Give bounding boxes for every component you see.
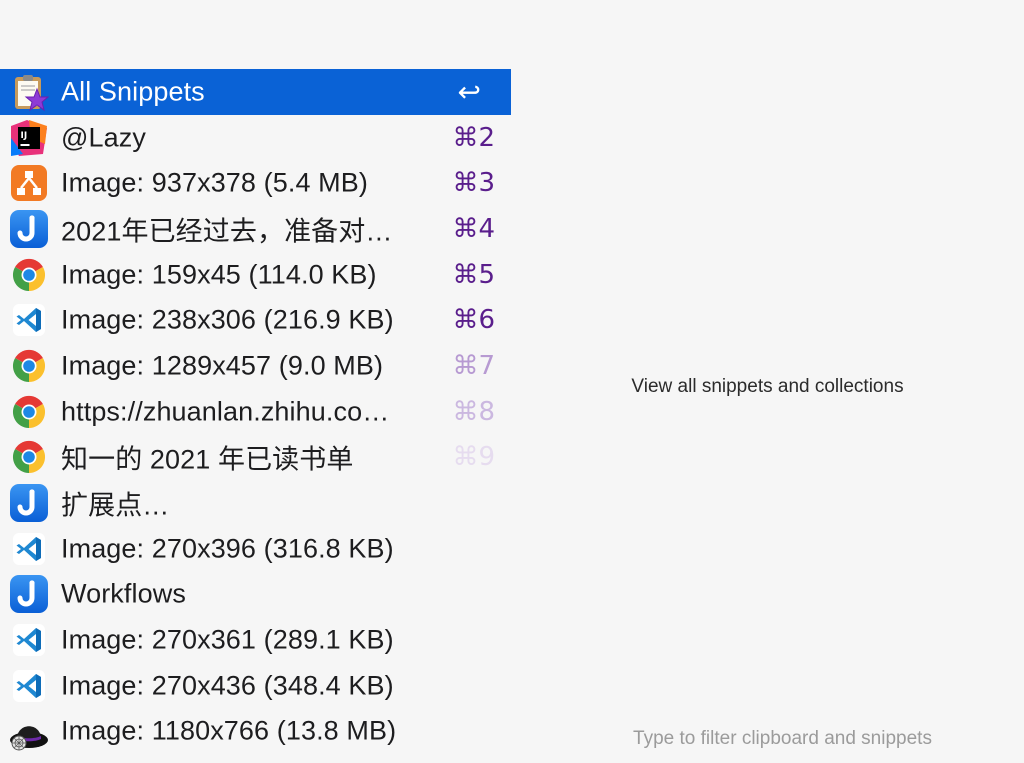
item-shortcut: ⌘2 (452, 122, 495, 153)
list-item[interactable]: 2021年已经过去，准备对… ⌘4 (0, 206, 511, 252)
list-item[interactable]: https://zhuanlan.zhihu.co… ⌘8 (0, 389, 511, 435)
vscode-icon (8, 299, 50, 341)
item-label: Image: 238x306 (216.9 KB) (61, 304, 394, 335)
vscode-icon (8, 619, 50, 661)
joplin-icon (8, 573, 50, 615)
list-item[interactable]: Image: 937x378 (5.4 MB) ⌘3 (0, 160, 511, 206)
list-item[interactable]: Image: 238x306 (216.9 KB) ⌘6 (0, 297, 511, 343)
chrome-icon (8, 254, 50, 296)
search-field[interactable] (0, 0, 1024, 69)
item-shortcut: ⌘8 (452, 396, 495, 427)
list-item[interactable]: Image: 1289x457 (9.0 MB) ⌘7 (0, 343, 511, 389)
item-label: https://zhuanlan.zhihu.co… (61, 396, 390, 427)
list-item[interactable]: Workflows (0, 572, 511, 618)
snippets-clipboard-icon (8, 71, 50, 113)
item-label: Image: 270x361 (289.1 KB) (61, 624, 394, 655)
joplin-icon (8, 208, 50, 250)
item-label: Image: 159x45 (114.0 KB) (61, 259, 377, 290)
item-label: Image: 270x436 (348.4 KB) (61, 670, 394, 701)
chrome-icon (8, 345, 50, 387)
item-shortcut: ⌘7 (452, 350, 495, 381)
item-shortcut: ⌘3 (452, 168, 495, 199)
list-item[interactable]: Image: 270x436 (348.4 KB) (0, 663, 511, 709)
svg-text:IJ: IJ (21, 131, 28, 141)
item-label: Image: 937x378 (5.4 MB) (61, 167, 368, 198)
detail-pane: View all snippets and collections Type t… (511, 69, 1024, 763)
chrome-icon (8, 436, 50, 478)
list-item[interactable]: IJ @Lazy ⌘2 (0, 115, 511, 161)
item-shortcut: ⌘9 (452, 442, 495, 473)
item-shortcut: ⌘5 (452, 259, 495, 290)
list-item[interactable]: 扩展点… (0, 480, 511, 526)
list-item[interactable]: Image: 159x45 (114.0 KB) ⌘5 (0, 252, 511, 298)
return-key-icon: ↩ (457, 75, 481, 109)
list-item[interactable]: 知一的 2021 年已读书单 ⌘9 (0, 435, 511, 481)
intellij-idea-icon: IJ (8, 117, 50, 159)
item-shortcut: ⌘6 (452, 305, 495, 336)
item-label: Image: 1180x766 (13.8 MB) (61, 715, 397, 746)
orange-diagram-app-icon (8, 162, 50, 204)
item-label: All Snippets (61, 76, 205, 107)
item-label: Image: 270x396 (316.8 KB) (61, 533, 394, 564)
list-item[interactable]: Image: 270x361 (289.1 KB) (0, 617, 511, 663)
list-item[interactable]: Image: 270x396 (316.8 KB) (0, 526, 511, 572)
item-description: View all snippets and collections (631, 376, 904, 397)
item-shortcut: ⌘4 (452, 213, 495, 244)
item-label: Image: 1289x457 (9.0 MB) (61, 350, 384, 381)
vscode-icon (8, 528, 50, 570)
filter-hint: Type to filter clipboard and snippets (633, 728, 932, 749)
item-label: @Lazy (61, 122, 146, 153)
vscode-icon (8, 665, 50, 707)
item-label: 2021年已经过去，准备对… (61, 216, 393, 247)
item-label: 扩展点… (61, 490, 170, 521)
chrome-icon (8, 391, 50, 433)
item-label: 知一的 2021 年已读书单 (61, 444, 354, 475)
alfred-hat-icon (8, 710, 50, 752)
list-item[interactable]: Image: 1180x766 (13.8 MB) (0, 709, 511, 755)
joplin-icon (8, 482, 50, 524)
item-label: Workflows (61, 578, 186, 609)
list-item-selected[interactable]: All Snippets ↩ (0, 69, 511, 115)
clipboard-snippet-list: All Snippets ↩ IJ @Lazy ⌘2 Image: 937x37… (0, 69, 511, 754)
